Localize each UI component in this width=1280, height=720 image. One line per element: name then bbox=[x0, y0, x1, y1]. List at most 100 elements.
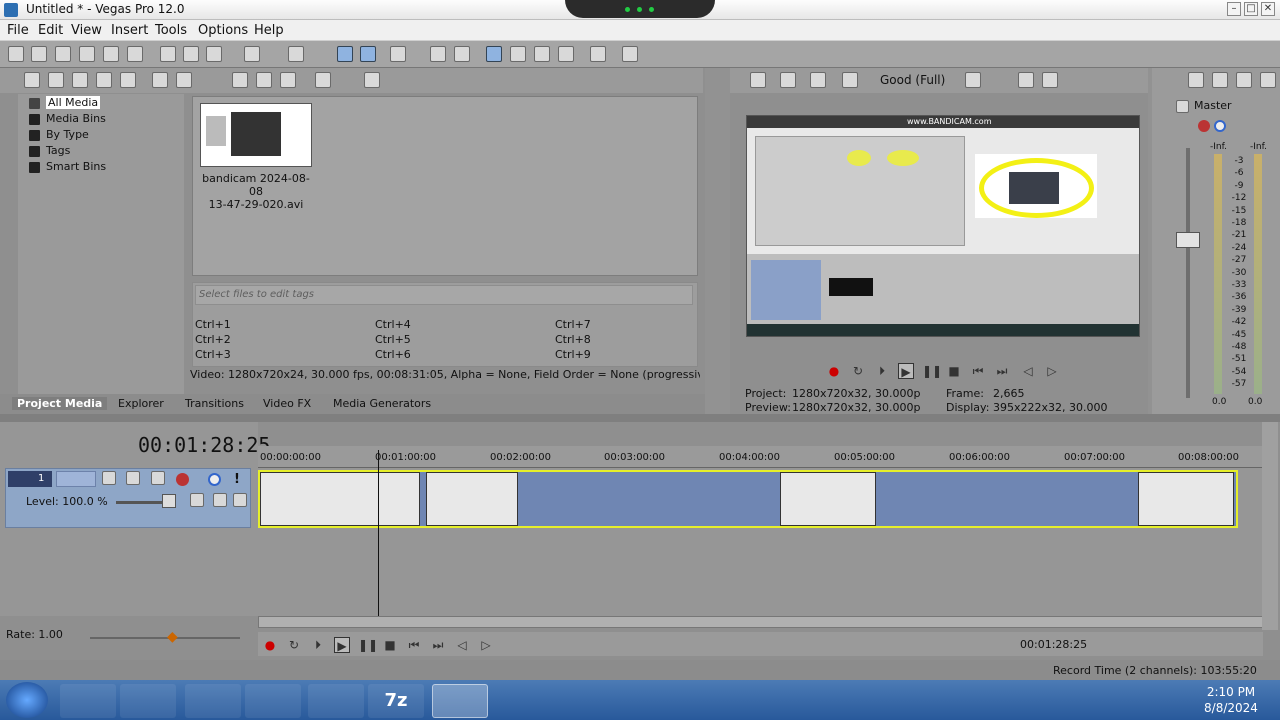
overlays-icon[interactable] bbox=[965, 72, 981, 88]
shortcut-ctrl8[interactable]: Ctrl+8 bbox=[555, 333, 591, 346]
shortcut-ctrl3[interactable]: Ctrl+3 bbox=[195, 348, 231, 361]
play-from-start-icon[interactable]: ⏵ bbox=[874, 363, 890, 379]
menu-edit[interactable]: Edit bbox=[38, 23, 63, 38]
views-icon[interactable] bbox=[315, 72, 331, 88]
previous-frame-icon[interactable]: ◁ bbox=[1020, 363, 1036, 379]
timeline-go-to-start-icon[interactable]: ⏮ bbox=[406, 637, 422, 653]
media-thumbnail[interactable] bbox=[200, 103, 312, 167]
video-preview-screen[interactable]: www.BANDICAM.com bbox=[746, 115, 1140, 337]
tab-video-fx[interactable]: Video FX bbox=[263, 397, 311, 410]
media-fx-icon[interactable] bbox=[176, 72, 192, 88]
mixer-dim-icon[interactable] bbox=[1236, 72, 1252, 88]
timeline-stop-icon[interactable]: ■ bbox=[382, 637, 398, 653]
timeline-play-icon[interactable]: ▶ bbox=[334, 637, 350, 653]
import-media-icon[interactable] bbox=[24, 72, 40, 88]
timeline-pause-icon[interactable]: ❚❚ bbox=[358, 637, 378, 653]
menu-file[interactable]: File bbox=[7, 23, 29, 38]
rate-slider-thumb[interactable]: ◆ bbox=[167, 629, 185, 647]
tree-all-media[interactable]: All Media bbox=[29, 96, 101, 109]
zoom-tool-icon[interactable] bbox=[558, 46, 574, 62]
online-icon[interactable] bbox=[590, 46, 606, 62]
ripple-edit-icon[interactable] bbox=[390, 46, 406, 62]
tree-tags[interactable]: Tags bbox=[29, 144, 70, 157]
whats-this-help-icon[interactable] bbox=[622, 46, 638, 62]
paste-icon[interactable] bbox=[206, 46, 222, 62]
remove-media-icon[interactable] bbox=[152, 72, 168, 88]
timeline-next-frame-icon[interactable]: ▷ bbox=[478, 637, 494, 653]
tree-media-bins[interactable]: Media Bins bbox=[29, 112, 106, 125]
menu-view[interactable]: View bbox=[71, 23, 102, 38]
refresh-icon[interactable] bbox=[96, 72, 112, 88]
track-composite-icon[interactable] bbox=[126, 471, 140, 485]
timeline-play-from-start-icon[interactable]: ⏵ bbox=[310, 637, 326, 653]
lock-envelopes-icon[interactable] bbox=[430, 46, 446, 62]
shortcut-ctrl5[interactable]: Ctrl+5 bbox=[375, 333, 411, 346]
shortcut-ctrl7[interactable]: Ctrl+7 bbox=[555, 318, 591, 331]
next-frame-icon[interactable]: ▷ bbox=[1044, 363, 1060, 379]
auto-preview-icon[interactable] bbox=[280, 72, 296, 88]
shortcut-ctrl2[interactable]: Ctrl+2 bbox=[195, 333, 231, 346]
timeline-record-icon[interactable]: ● bbox=[262, 637, 278, 653]
taskbar-vegas-icon[interactable] bbox=[432, 684, 488, 718]
taskbar-firefox-icon[interactable] bbox=[245, 684, 301, 718]
menu-insert[interactable]: Insert bbox=[111, 23, 148, 38]
render-icon[interactable] bbox=[103, 46, 119, 62]
track-mute-icon[interactable] bbox=[208, 473, 221, 486]
timeline-previous-frame-icon[interactable]: ◁ bbox=[454, 637, 470, 653]
play-media-icon[interactable] bbox=[232, 72, 248, 88]
split-screen-icon[interactable] bbox=[842, 72, 858, 88]
shortcut-ctrl4[interactable]: Ctrl+4 bbox=[375, 318, 411, 331]
track-expand-icon[interactable] bbox=[213, 493, 227, 507]
save-icon[interactable] bbox=[55, 46, 71, 62]
clip-thumbnail-4[interactable] bbox=[1138, 472, 1234, 526]
preview-quality-dropdown[interactable]: Good (Full) bbox=[880, 73, 945, 87]
shortcut-ctrl6[interactable]: Ctrl+6 bbox=[375, 348, 411, 361]
go-to-end-icon[interactable]: ⏭ bbox=[994, 363, 1010, 379]
timeline-vertical-scrollbar[interactable] bbox=[1262, 422, 1278, 630]
playhead-cursor[interactable] bbox=[378, 450, 379, 616]
mixer-downmix-icon[interactable] bbox=[1212, 72, 1228, 88]
menu-tools[interactable]: Tools bbox=[155, 23, 187, 38]
enable-snapping-icon[interactable] bbox=[337, 46, 353, 62]
capture-video-icon[interactable] bbox=[48, 72, 64, 88]
save-snapshot-icon[interactable] bbox=[1042, 72, 1058, 88]
record-icon[interactable]: ● bbox=[826, 363, 842, 379]
clip-thumbnail-3[interactable] bbox=[780, 472, 876, 526]
tree-smart-bins[interactable]: Smart Bins bbox=[29, 160, 106, 173]
master-mute-icon[interactable] bbox=[1214, 120, 1226, 132]
master-fader[interactable] bbox=[1176, 232, 1200, 248]
envelope-tool-icon[interactable] bbox=[510, 46, 526, 62]
level-slider-thumb[interactable] bbox=[162, 494, 176, 508]
taskbar-globe-icon[interactable] bbox=[185, 684, 241, 718]
tree-by-type[interactable]: By Type bbox=[29, 128, 89, 141]
tab-explorer[interactable]: Explorer bbox=[118, 397, 164, 410]
menu-help[interactable]: Help bbox=[254, 23, 284, 38]
external-monitor-icon[interactable] bbox=[780, 72, 796, 88]
track-compositing-mode-icon[interactable] bbox=[151, 471, 165, 485]
taskbar-7zip-icon[interactable]: 7z bbox=[368, 684, 424, 718]
track-collapse-icon[interactable] bbox=[233, 493, 247, 507]
menu-options[interactable]: Options bbox=[198, 23, 248, 38]
clip-thumbnail-2[interactable] bbox=[426, 472, 518, 526]
tags-input[interactable]: Select files to edit tags bbox=[195, 285, 693, 305]
minimize-button[interactable]: – bbox=[1227, 2, 1241, 16]
close-button[interactable]: ✕ bbox=[1261, 2, 1275, 16]
go-to-start-icon[interactable]: ⏮ bbox=[970, 363, 986, 379]
cut-icon[interactable] bbox=[160, 46, 176, 62]
mixer-properties-icon[interactable] bbox=[1188, 72, 1204, 88]
track-name-input[interactable] bbox=[56, 471, 96, 487]
taskbar-media-player-icon[interactable] bbox=[120, 684, 176, 718]
properties-icon[interactable] bbox=[127, 46, 143, 62]
master-fx-icon[interactable] bbox=[1198, 120, 1210, 132]
timeline-go-to-end-icon[interactable]: ⏭ bbox=[430, 637, 446, 653]
shortcut-ctrl9[interactable]: Ctrl+9 bbox=[555, 348, 591, 361]
redo-icon[interactable] bbox=[288, 46, 304, 62]
zoom-search-icon[interactable] bbox=[364, 72, 380, 88]
clip-thumbnail-1[interactable] bbox=[260, 472, 420, 526]
taskbar-app-black-icon[interactable] bbox=[60, 684, 116, 718]
stop-icon[interactable]: ■ bbox=[946, 363, 962, 379]
normal-edit-tool-icon[interactable] bbox=[486, 46, 502, 62]
ignore-grouping-icon[interactable] bbox=[454, 46, 470, 62]
search-media-icon[interactable] bbox=[120, 72, 136, 88]
stop-media-icon[interactable] bbox=[256, 72, 272, 88]
